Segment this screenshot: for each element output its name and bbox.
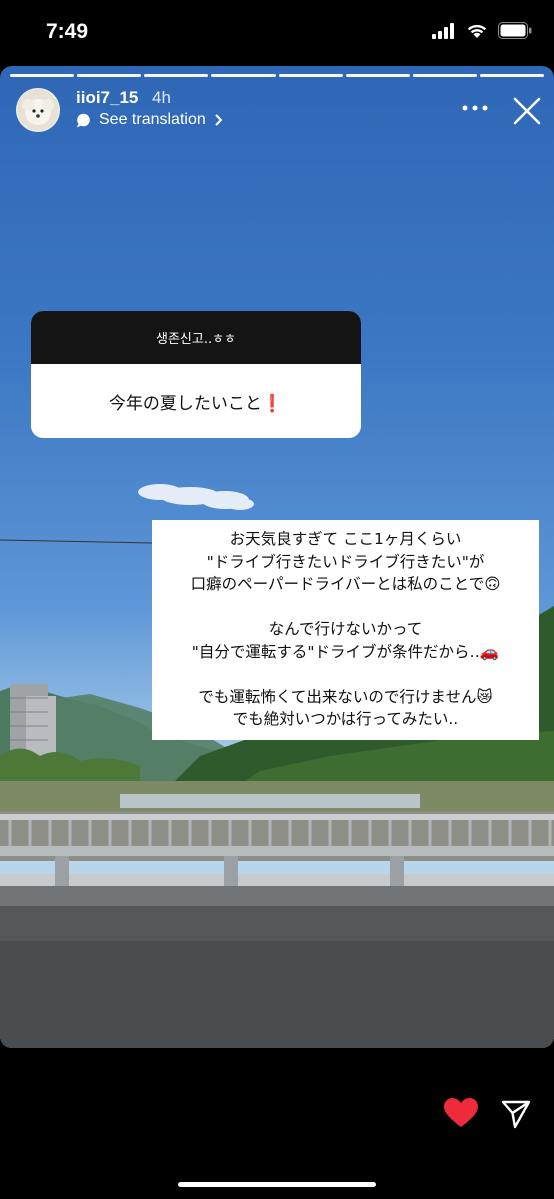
- progress-segment: [211, 74, 276, 77]
- question-sticker[interactable]: 생존신고..ㅎㅎ 今年の夏したいこと❗: [31, 311, 361, 438]
- answer-line: [152, 596, 539, 619]
- story-time-ago: 4h: [152, 88, 171, 107]
- answer-line: "自分で運転する"ドライブが条件だから‥🚗: [191, 642, 500, 661]
- answer-line: [152, 663, 539, 686]
- status-icons: [432, 22, 532, 39]
- progress-segment: [77, 74, 142, 77]
- chevron-right-icon: [215, 114, 223, 126]
- wifi-icon: [467, 24, 487, 38]
- progress-segment: [144, 74, 209, 77]
- progress-segment: [479, 74, 544, 77]
- question-sticker-answer: 今年の夏したいこと❗: [108, 393, 284, 414]
- avatar[interactable]: [16, 88, 60, 132]
- answer-line: "ドライブ行きたいドライブ行きたい"が: [206, 552, 485, 571]
- progress-segment: [412, 74, 477, 77]
- send-icon[interactable]: [500, 1098, 532, 1130]
- answer-line: お天気良すぎて ここ1ヶ月くらい: [229, 530, 462, 548]
- see-translation-button[interactable]: See translation: [76, 111, 224, 129]
- answer-line: なんで行けないかって: [268, 620, 423, 638]
- status-time: 7:49: [46, 20, 89, 43]
- close-icon[interactable]: [510, 94, 544, 128]
- answer-text-box: お天気良すぎて ここ1ヶ月くらい "ドライブ行きたいドライブ行きたい"が 口癖の…: [152, 520, 539, 740]
- dog-avatar-icon: [17, 89, 59, 131]
- story-progress-bar: [10, 74, 544, 77]
- status-bar: 7:49: [0, 0, 554, 66]
- progress-segment: [345, 74, 410, 77]
- battery-icon: [498, 22, 532, 39]
- question-sticker-header: 생존신고..ㅎㅎ: [31, 311, 361, 364]
- story-viewer[interactable]: iioi7_15 4h See translation 생존신고..ㅎㅎ 今年の…: [0, 66, 554, 1048]
- story-username[interactable]: iioi7_15: [76, 88, 138, 108]
- home-indicator: [178, 1182, 376, 1187]
- answer-line: でも運転怖くて出来ないので行けません😿: [198, 687, 493, 706]
- answer-line: でも絶対いつかは行ってみたい..: [232, 710, 459, 728]
- progress-segment: [278, 74, 343, 77]
- cellular-signal-icon: [432, 22, 454, 39]
- progress-segment: [10, 74, 75, 77]
- more-options-icon[interactable]: [460, 96, 490, 120]
- heart-icon[interactable]: [443, 1097, 479, 1129]
- see-translation-label: See translation: [99, 111, 206, 128]
- speech-bubble-icon: [77, 113, 90, 127]
- answer-line: 口癖のペーパードライバーとは私のことで🙃: [190, 575, 501, 593]
